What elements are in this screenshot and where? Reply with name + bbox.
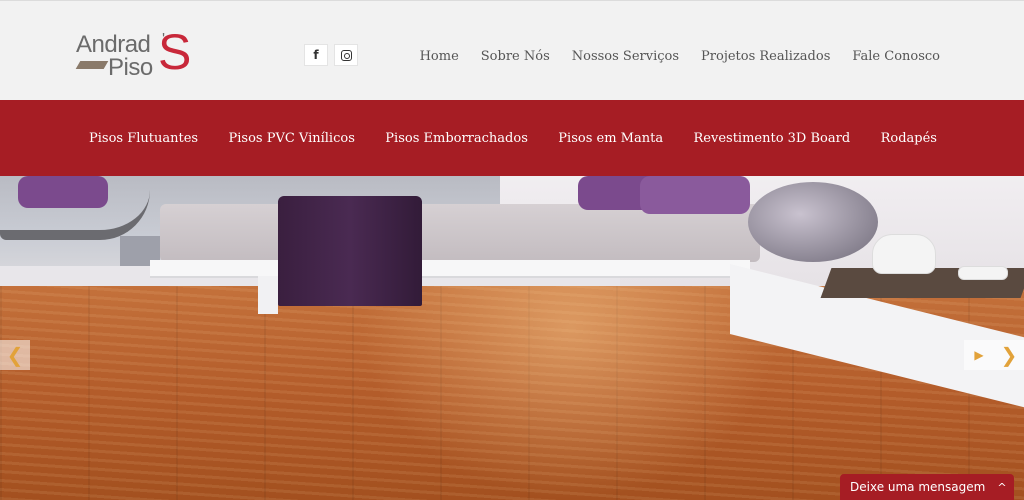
category-pisos-flutuantes[interactable]: Pisos Flutuantes (89, 131, 198, 146)
slider-next-button[interactable]: ❯ (994, 340, 1024, 370)
brand-logo[interactable]: Andrad ' Piso S (75, 24, 196, 81)
facebook-icon[interactable]: f (304, 44, 328, 66)
glass-vase (748, 182, 878, 262)
tea-cup (958, 266, 1008, 280)
logo-line-2: Piso (108, 54, 153, 81)
purple-pillow-2 (640, 176, 750, 214)
category-pisos-em-manta[interactable]: Pisos em Manta (558, 131, 663, 146)
main-navigation: Home Sobre Nós Nossos Serviços Projetos … (420, 49, 940, 64)
category-revestimento-3d-board[interactable]: Revestimento 3D Board (694, 131, 851, 146)
purple-blanket (278, 196, 422, 306)
nav-projetos-realizados[interactable]: Projetos Realizados (701, 49, 830, 64)
instagram-icon[interactable] (334, 44, 358, 66)
chevron-up-icon: ^ (997, 480, 1007, 494)
chair-pillow (18, 176, 108, 208)
nav-fale-conosco[interactable]: Fale Conosco (852, 49, 940, 64)
slider-play-button[interactable]: ▶ (964, 340, 994, 370)
category-navigation: Pisos Flutuantes Pisos PVC Vinílicos Pis… (0, 100, 1024, 176)
bench-leg (258, 276, 278, 314)
logo-big-letter: S (158, 24, 192, 80)
floor-plank-logo-mark (75, 61, 109, 69)
hero-slider: ❮ ▶ ❯ (0, 176, 1024, 500)
leave-message-chat-button[interactable]: Deixe uma mensagem ^ (840, 474, 1014, 500)
white-bench (150, 260, 750, 278)
site-header: Andrad ' Piso S f Home Sobre Nós Nossos … (0, 0, 1024, 100)
nav-sobre-nos[interactable]: Sobre Nós (481, 49, 550, 64)
chat-label: Deixe uma mensagem (850, 480, 986, 494)
nav-home[interactable]: Home (420, 49, 459, 64)
slider-prev-button[interactable]: ❮ (0, 340, 30, 370)
category-pisos-pvc-vinilicos[interactable]: Pisos PVC Vinílicos (229, 131, 355, 146)
camera-glyph (340, 49, 352, 61)
teapot (872, 234, 936, 274)
category-rodapes[interactable]: Rodapés (881, 131, 937, 146)
nav-nossos-servicos[interactable]: Nossos Serviços (572, 49, 679, 64)
category-pisos-emborrachados[interactable]: Pisos Emborrachados (385, 131, 528, 146)
